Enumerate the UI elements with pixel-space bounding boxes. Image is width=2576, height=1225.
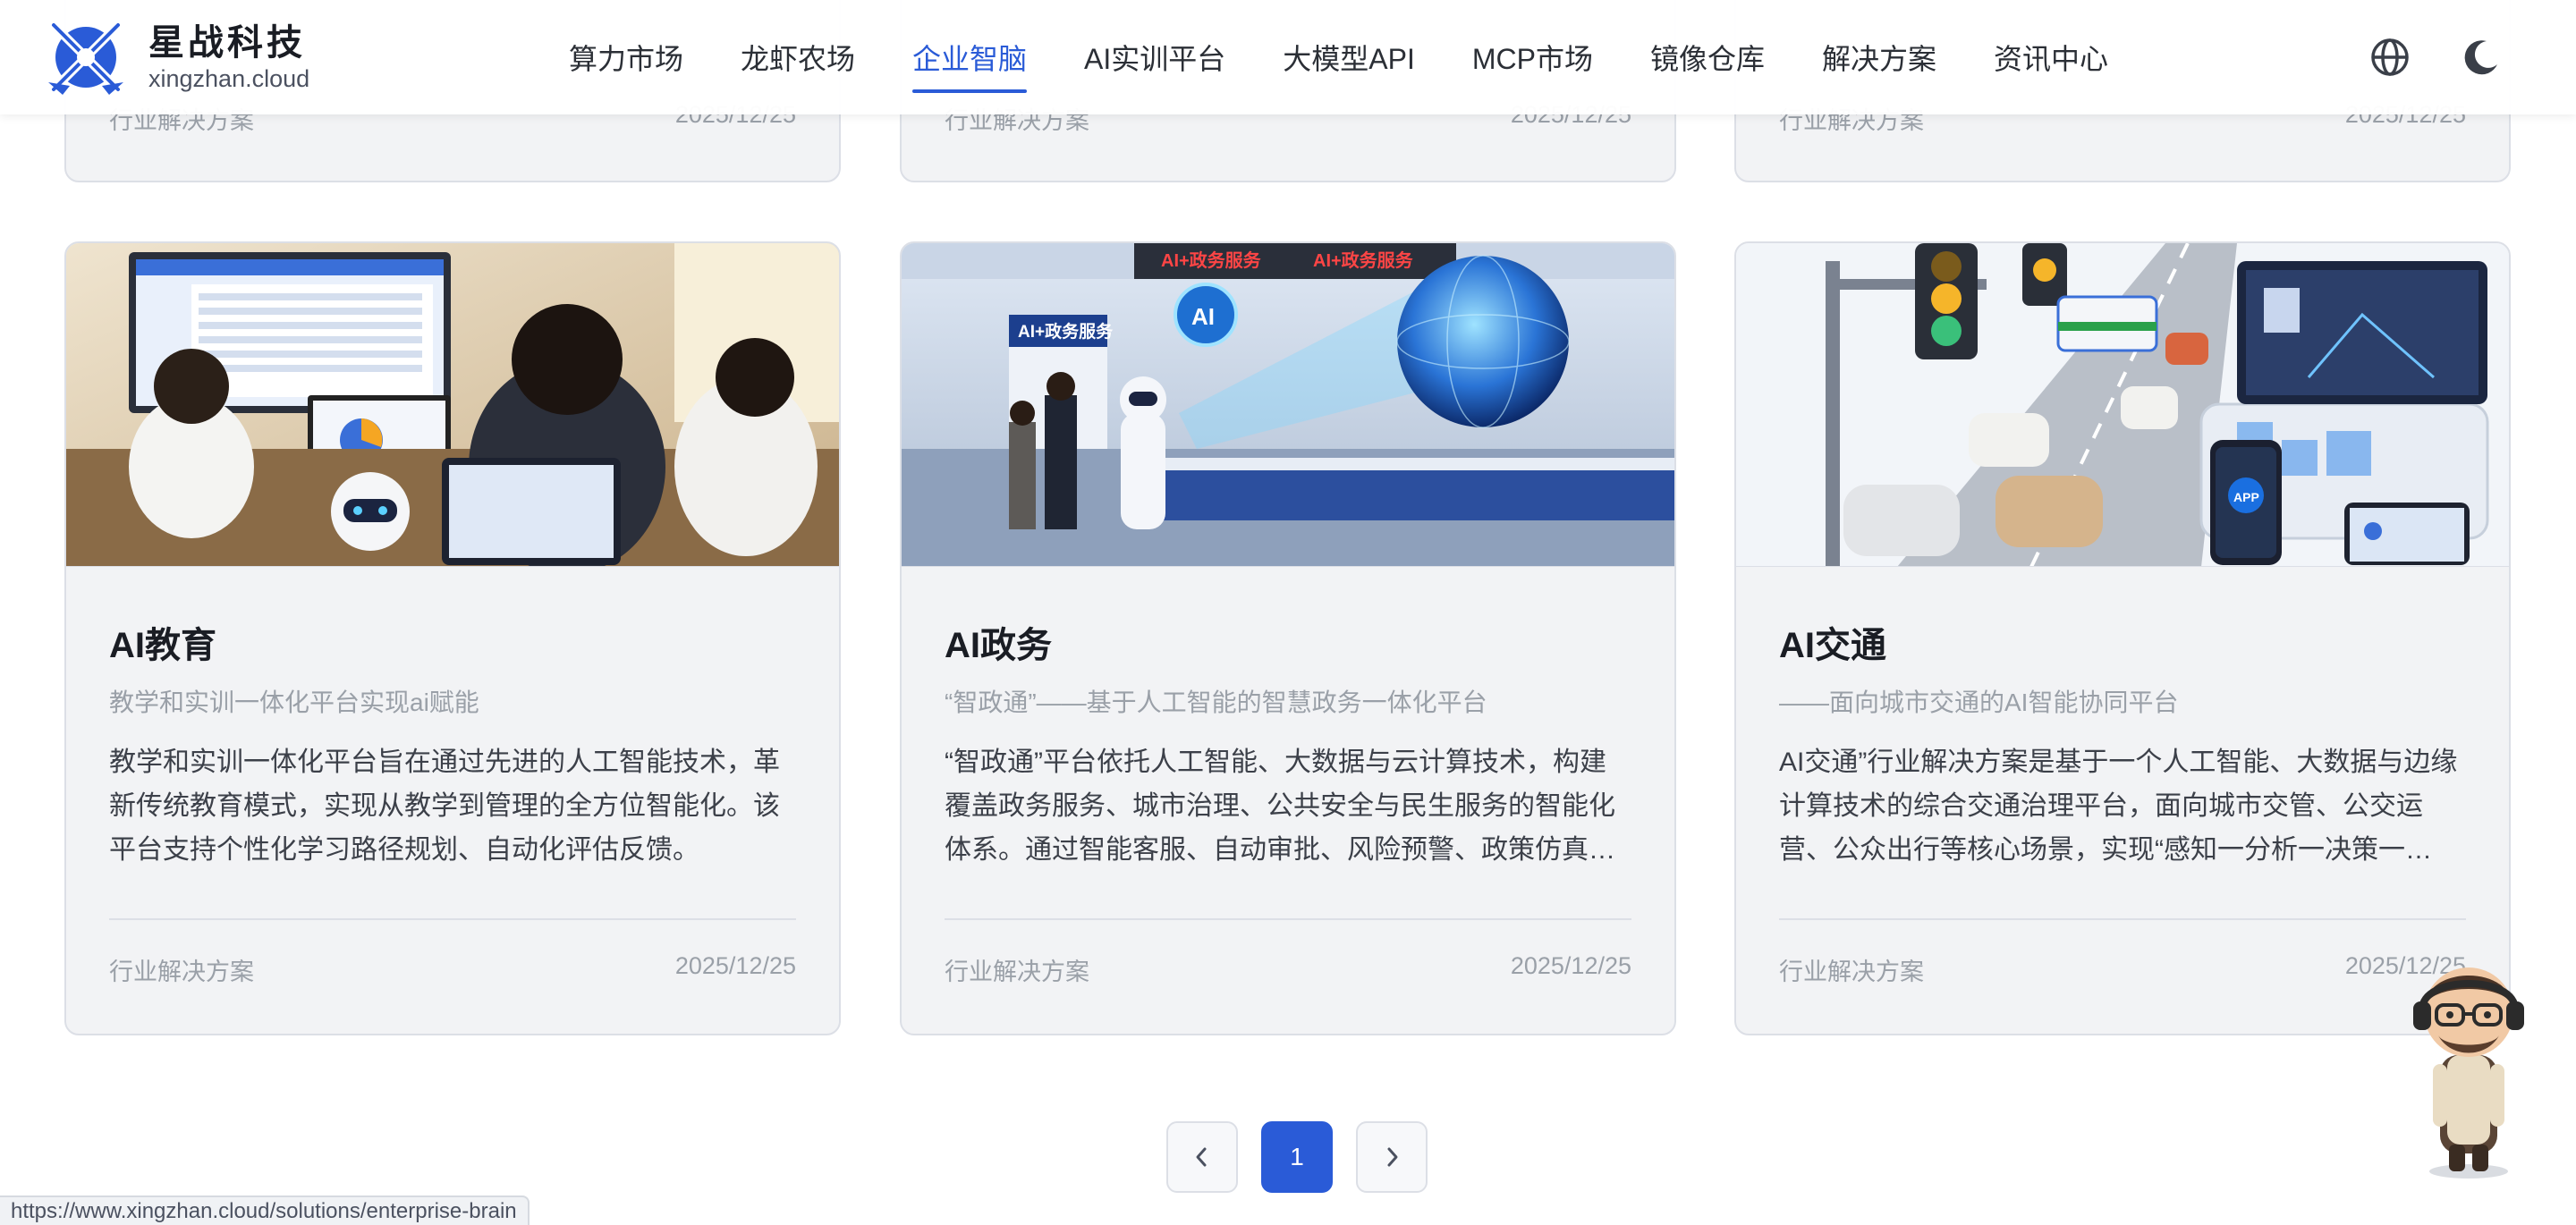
card-title: AI教育 [109,626,216,665]
card-meta: 行业解决方案 2025/12/25 [66,952,839,987]
card-description: AI交通”行业解决方案是基于一个人工智能、大数据与边缘计算技术的综合交通治理平台… [1779,748,2458,865]
card-description: 教学和实训一体化平台旨在通过先进的人工智能技术，革新传统教育模式，实现从教学到管… [109,748,780,865]
card-subtitle: 教学和实训一体化平台实现ai赋能 [109,689,479,716]
card-subtitle: ——面向城市交通的AI智能协同平台 [1779,689,2179,716]
logo-domain: xingzhan.cloud [148,65,310,92]
logo-icon [48,21,123,95]
card-date: 2025/12/25 [1510,952,1631,979]
card-divider [945,918,1631,920]
chevron-left-icon [1196,1147,1207,1167]
status-bar-url: https://www.xingzhan.cloud/solutions/ent… [0,1195,530,1225]
card-description: “智政通”平台依托人工智能、大数据与云计算技术，构建覆盖政务服务、城市治理、公共… [945,748,1615,865]
image-label-gov-banner: AI+政务服务 [1161,249,1262,271]
prev-page-button[interactable] [1166,1121,1238,1193]
moon-icon[interactable] [2460,36,2503,79]
nav-item-llm-api[interactable]: 大模型API [1283,0,1415,114]
chevron-right-icon [1387,1147,1398,1167]
assistant-mascot-icon[interactable] [2406,948,2531,1180]
image-label-gov-banner: AI+政务服务 [1313,249,1414,271]
card-image-government-hall: AI+政务服务 AI+政务服务 AI+政务服务 AI [902,243,1674,567]
logo-name: 星战科技 [148,23,306,63]
nav-item-lobster-farm[interactable]: 龙虾农场 [741,0,855,114]
logo-text: 星战科技 xingzhan.cloud [148,21,309,93]
card-meta: 行业解决方案 2025/12/25 [1736,952,2509,987]
nav-item-solutions[interactable]: 解决方案 [1822,0,1936,114]
nav-item-enterprise-brain[interactable]: 企业智脑 [912,0,1028,114]
page: 行业解决方案 2025/12/25 行业解决方案 2025/12/25 行业解决… [0,0,2576,1225]
nav-item-ai-training[interactable]: AI实训平台 [1084,0,1225,114]
nav-item-compute-market[interactable]: 算力市场 [569,0,683,114]
card-body: AI交通 ——面向城市交通的AI智能协同平台 AI交通”行业解决方案是基于一个人… [1736,624,2509,872]
card-body: AI政务 “智政通”——基于人工智能的智慧政务一体化平台 “智政通”平台依托人工… [902,624,1674,872]
image-label-gov-sign: AI+政务服务 [1018,321,1114,342]
card-title: AI政务 [945,626,1052,665]
solution-card-ai-traffic[interactable]: APP AI交通 ——面向城市交通的AI智能协同平台 AI交通”行业解决方案是基… [1734,241,2511,1035]
card-subtitle: “智政通”——基于人工智能的智慧政务一体化平台 [945,689,1487,716]
globe-icon[interactable] [2368,36,2411,79]
card-category: 行业解决方案 [945,959,1089,985]
next-page-button[interactable] [1356,1121,1428,1193]
image-label-gov-globe: AI [1191,303,1215,330]
card-image-city-traffic: APP [1736,243,2509,567]
solution-card-ai-government[interactable]: AI+政务服务 AI+政务服务 AI+政务服务 AI AI政务 “智政通”——基… [900,241,1676,1035]
nav-item-image-registry[interactable]: 镜像仓库 [1650,0,1765,114]
card-body: AI教育 教学和实训一体化平台实现ai赋能 教学和实训一体化平台旨在通过先进的人… [66,624,839,872]
main-nav: 算力市场 龙虾农场 企业智脑 AI实训平台 大模型API MCP市场 镜像仓库 … [569,0,2165,114]
card-divider [1779,918,2466,920]
card-divider [109,918,796,920]
site-logo[interactable]: 星战科技 xingzhan.cloud [47,20,309,95]
card-title: AI交通 [1779,626,1886,665]
page-number-button[interactable]: 1 [1261,1121,1333,1193]
top-navbar: 星战科技 xingzhan.cloud 算力市场 龙虾农场 企业智脑 AI实训平… [0,0,2576,114]
card-date: 2025/12/25 [674,952,796,979]
card-image-classroom [66,243,839,567]
card-category: 行业解决方案 [109,959,254,985]
image-label-app: APP [2233,490,2259,504]
solution-card-ai-education[interactable]: AI教育 教学和实训一体化平台实现ai赋能 教学和实训一体化平台旨在通过先进的人… [64,241,841,1035]
card-meta: 行业解决方案 2025/12/25 [902,952,1674,987]
nav-item-mcp-market[interactable]: MCP市场 [1472,0,1593,114]
pagination: 1 [1166,1121,1428,1193]
card-category: 行业解决方案 [1779,959,1924,985]
nav-item-news[interactable]: 资讯中心 [1994,0,2108,114]
